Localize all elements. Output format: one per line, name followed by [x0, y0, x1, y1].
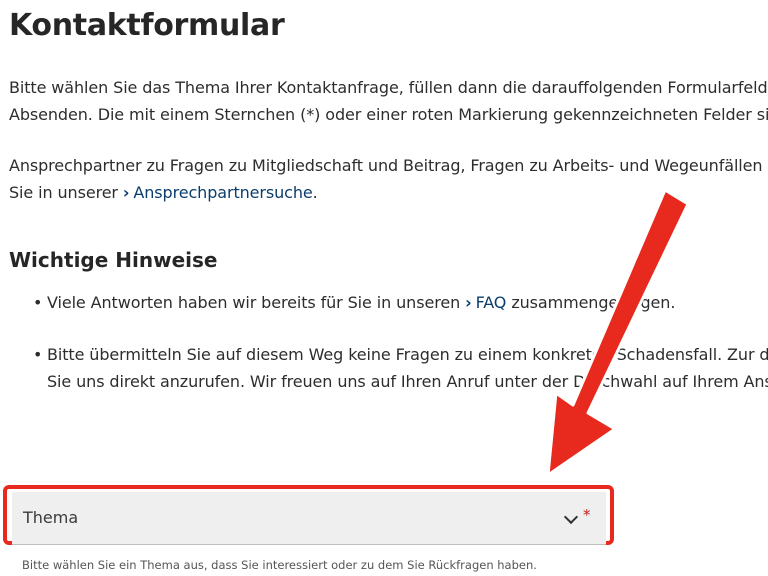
list-item: • Viele Antworten haben wir bereits für …	[0, 289, 768, 316]
intro-text: Bitte wählen Sie das Thema Ihrer Kontakt…	[9, 74, 768, 128]
note-2-line-1: Bitte übermitteln Sie auf diesem Weg kei…	[47, 345, 768, 364]
topic-helper-text: Bitte wählen Sie ein Thema aus, dass Sie…	[22, 558, 537, 572]
contact-search-link-label: Ansprechpartnersuche	[133, 183, 313, 202]
topic-select[interactable]: Thema	[12, 492, 606, 545]
notes-list: • Viele Antworten haben wir bereits für …	[0, 289, 768, 420]
chevron-down-icon	[563, 509, 579, 525]
required-marker: *	[583, 506, 591, 524]
contact-search-link[interactable]: › Ansprechpartnersuche	[123, 183, 313, 202]
chevron-right-icon: ›	[465, 293, 472, 312]
bullet-icon: •	[33, 293, 43, 312]
contact-info-line-1: Ansprechpartner zu Fragen zu Mitgliedsch…	[9, 156, 768, 175]
bullet-icon: •	[33, 345, 43, 364]
faq-link-label: FAQ	[475, 293, 507, 312]
intro-line-1: Bitte wählen Sie das Thema Ihrer Kontakt…	[9, 78, 768, 97]
note-1-prefix: Viele Antworten haben wir bereits für Si…	[47, 293, 461, 312]
contact-form-page: Kontaktformular Bitte wählen Sie das The…	[0, 0, 768, 576]
contact-info-prefix: Sie in unserer	[9, 183, 118, 202]
list-item: • Bitte übermitteln Sie auf diesem Weg k…	[0, 341, 768, 395]
chevron-right-icon: ›	[122, 183, 130, 202]
contact-info-text: Ansprechpartner zu Fragen zu Mitgliedsch…	[9, 152, 768, 206]
notes-heading: Wichtige Hinweise	[9, 248, 218, 272]
topic-select-value: Thema	[23, 508, 79, 527]
contact-info-suffix: .	[312, 183, 318, 202]
note-2-line-2: Sie uns direkt anzurufen. Wir freuen uns…	[47, 372, 768, 391]
page-title: Kontaktformular	[9, 8, 285, 43]
intro-line-2: Absenden. Die mit einem Sternchen (*) od…	[9, 105, 768, 124]
note-1-suffix: zusammengetragen.	[511, 293, 676, 312]
faq-link[interactable]: › FAQ	[465, 293, 506, 312]
